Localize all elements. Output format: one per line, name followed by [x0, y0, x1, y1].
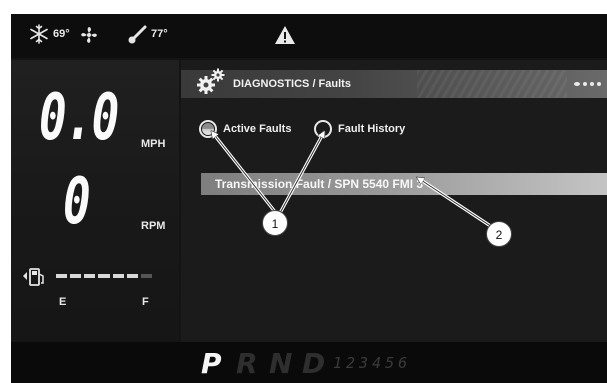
radio-button[interactable]	[314, 120, 332, 138]
gears-icon	[197, 68, 225, 94]
gear-park: P	[201, 347, 222, 380]
speed-value: 0.0	[39, 81, 119, 155]
fan-icon	[81, 27, 97, 43]
status-bar: 69° 77°	[11, 14, 607, 58]
gear-selector-bar: P R N D 123456	[11, 342, 607, 383]
rpm-value: 0	[63, 165, 91, 239]
fault-description: Transmission Fault / SPN 5540 FMI 3	[215, 177, 424, 191]
gear-drive: D	[302, 347, 326, 380]
fuel-full-label: F	[142, 296, 149, 308]
display-screen: 69° 77° 0.0 MPH 0 RPM E F DIAGNOSTICS / …	[11, 14, 607, 383]
thermometer-icon	[128, 25, 147, 44]
callout-2: 2	[486, 221, 512, 247]
diagnostics-panel: DIAGNOSTICS / Faults Active Faults Fault…	[181, 60, 607, 342]
fault-list-item[interactable]: Transmission Fault / SPN 5540 FMI 3	[201, 173, 607, 195]
callout-1: 1	[262, 210, 288, 236]
rpm-unit: RPM	[141, 220, 166, 232]
warning-triangle-icon[interactable]	[274, 25, 296, 45]
radio-button-selected[interactable]	[199, 120, 217, 138]
speed-unit: MPH	[141, 138, 166, 150]
fuel-empty-label: E	[59, 296, 67, 308]
page-indicator[interactable]	[574, 82, 601, 86]
gear-neutral: N	[269, 347, 293, 380]
page-title: DIAGNOSTICS / Faults	[233, 78, 351, 90]
outside-temp: 69°	[53, 28, 70, 40]
fuel-level-bar	[56, 274, 152, 278]
gauge-column: 0.0 MPH 0 RPM E F	[11, 60, 179, 342]
panel-header: DIAGNOSTICS / Faults	[181, 68, 607, 98]
gear-numbers: 123456	[333, 354, 412, 372]
active-faults-label: Active Faults	[223, 123, 292, 135]
active-faults-option[interactable]: Active Faults	[199, 120, 291, 138]
fault-history-label: Fault History	[338, 123, 406, 135]
gear-reverse: R	[236, 347, 258, 380]
cab-temp: 77°	[151, 28, 168, 40]
snowflake-icon	[30, 24, 48, 44]
fuel-pump-icon	[23, 268, 44, 286]
fault-history-option[interactable]: Fault History	[314, 120, 405, 138]
